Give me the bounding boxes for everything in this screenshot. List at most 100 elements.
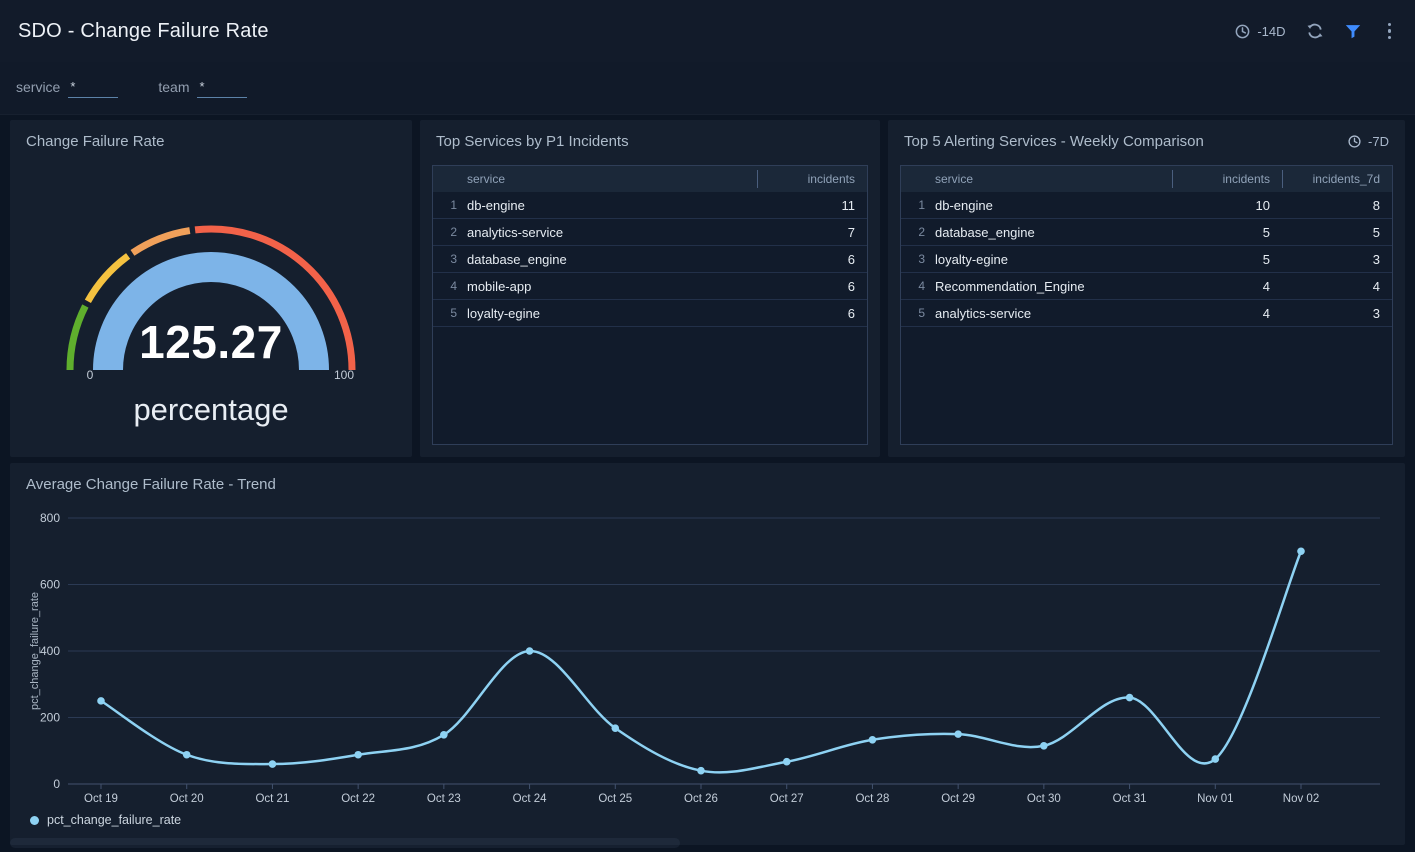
value-cell: 4: [1172, 279, 1282, 294]
panel-title: Top Services by P1 Incidents: [436, 133, 629, 150]
panel-title: Change Failure Rate: [26, 133, 164, 150]
svg-text:Oct 19: Oct 19: [84, 793, 118, 805]
value-cell: 11: [757, 198, 867, 213]
panel-weekly-comparison: Top 5 Alerting Services - Weekly Compari…: [888, 120, 1405, 457]
value-cell: 10: [1172, 198, 1282, 213]
service-cell: database_engine: [935, 225, 1172, 240]
svg-text:Oct 25: Oct 25: [598, 793, 632, 805]
value-cell: 6: [757, 306, 867, 321]
value-cell: 6: [757, 279, 867, 294]
service-filter-label: service: [16, 79, 60, 98]
svg-text:200: 200: [40, 711, 60, 725]
svg-text:Oct 27: Oct 27: [770, 793, 804, 805]
panel-title: Top 5 Alerting Services - Weekly Compari…: [904, 133, 1204, 150]
svg-text:600: 600: [40, 578, 60, 592]
row-number: 4: [433, 279, 467, 293]
row-number: 5: [433, 306, 467, 320]
trend-line-chart[interactable]: 0200400600800Oct 19Oct 20Oct 21Oct 22Oct…: [10, 499, 1405, 819]
global-time-range-control[interactable]: -14D: [1234, 23, 1285, 40]
row-number: 4: [901, 279, 935, 293]
svg-text:Nov 01: Nov 01: [1197, 793, 1233, 805]
header-actions: -14D: [1234, 21, 1397, 42]
table-row[interactable]: 1db-engine108: [901, 192, 1392, 219]
chart-legend[interactable]: pct_change_failure_rate: [30, 813, 181, 827]
value-cell: 3: [1282, 252, 1392, 267]
horizontal-scrollbar[interactable]: [10, 838, 680, 848]
svg-text:pct_change_failure_rate: pct_change_failure_rate: [29, 592, 41, 710]
svg-text:0: 0: [53, 777, 60, 791]
svg-text:Oct 20: Oct 20: [170, 793, 204, 805]
table-row[interactable]: 1db-engine11: [433, 192, 867, 219]
column-header: service: [935, 172, 1172, 186]
table-header-row: serviceincidents: [433, 166, 867, 192]
time-range-label: -14D: [1257, 24, 1285, 39]
column-header: incidents: [757, 170, 867, 188]
svg-text:Oct 26: Oct 26: [684, 793, 718, 805]
service-cell: Recommendation_Engine: [935, 279, 1172, 294]
column-header: incidents_7d: [1282, 170, 1392, 188]
table-row[interactable]: 3loyalty-egine53: [901, 246, 1392, 273]
table-row[interactable]: 4Recommendation_Engine44: [901, 273, 1392, 300]
svg-text:Oct 30: Oct 30: [1027, 793, 1061, 805]
value-cell: 5: [1172, 225, 1282, 240]
refresh-button[interactable]: [1306, 22, 1324, 40]
service-cell: analytics-service: [467, 225, 757, 240]
legend-dot: [30, 816, 39, 825]
gauge-unit-label: percentage: [10, 392, 412, 428]
svg-text:Oct 24: Oct 24: [513, 793, 547, 805]
value-cell: 4: [1172, 306, 1282, 321]
svg-text:400: 400: [40, 644, 60, 658]
row-number: 3: [433, 252, 467, 266]
row-number: 3: [901, 252, 935, 266]
row-number: 2: [433, 225, 467, 239]
service-cell: loyalty-egine: [467, 306, 757, 321]
table-row[interactable]: 3database_engine6: [433, 246, 867, 273]
weekly-comparison-table: serviceincidentsincidents_7d1db-engine10…: [900, 165, 1393, 445]
panel-title: Average Change Failure Rate - Trend: [26, 476, 276, 493]
service-cell: loyalty-egine: [935, 252, 1172, 267]
filter-button[interactable]: [1344, 22, 1362, 40]
table-row[interactable]: 5loyalty-egine6: [433, 300, 867, 327]
page-title: SDO - Change Failure Rate: [18, 20, 269, 43]
gauge-min-label: 0: [70, 368, 110, 382]
dashboard-page: SDO - Change Failure Rate -14D: [0, 0, 1415, 852]
top-services-table: serviceincidents1db-engine112analytics-s…: [432, 165, 868, 445]
team-filter: team: [158, 79, 247, 98]
filter-bar: service team: [0, 62, 1415, 115]
service-filter: service: [16, 79, 118, 98]
clock-icon: [1234, 23, 1251, 40]
column-header: service: [467, 172, 757, 186]
service-cell: db-engine: [935, 198, 1172, 213]
table-row[interactable]: 2analytics-service7: [433, 219, 867, 246]
gauge-max-label: 100: [324, 368, 364, 382]
value-cell: 7: [757, 225, 867, 240]
svg-text:Oct 22: Oct 22: [341, 793, 375, 805]
row-number: 5: [901, 306, 935, 320]
table-row[interactable]: 4mobile-app6: [433, 273, 867, 300]
service-filter-input[interactable]: [68, 79, 118, 98]
refresh-icon: [1306, 22, 1324, 40]
kebab-menu-button[interactable]: [1382, 21, 1398, 42]
column-header: incidents: [1172, 170, 1282, 188]
svg-text:Oct 28: Oct 28: [855, 793, 889, 805]
panel-time-range-control[interactable]: -7D: [1347, 134, 1389, 149]
row-number: 1: [433, 198, 467, 212]
svg-text:800: 800: [40, 511, 60, 525]
svg-text:Oct 23: Oct 23: [427, 793, 461, 805]
table-row[interactable]: 5analytics-service43: [901, 300, 1392, 327]
value-cell: 5: [1282, 225, 1392, 240]
panel-top-services-p1: Top Services by P1 Incidents serviceinci…: [420, 120, 880, 457]
value-cell: 8: [1282, 198, 1392, 213]
team-filter-label: team: [158, 79, 189, 98]
value-cell: 4: [1282, 279, 1392, 294]
team-filter-input[interactable]: [197, 79, 247, 98]
table-header-row: serviceincidentsincidents_7d: [901, 166, 1392, 192]
row-number: 1: [901, 198, 935, 212]
value-cell: 5: [1172, 252, 1282, 267]
dashboard-header: SDO - Change Failure Rate -14D: [0, 0, 1415, 62]
table-row[interactable]: 2database_engine55: [901, 219, 1392, 246]
service-cell: database_engine: [467, 252, 757, 267]
svg-text:Nov 02: Nov 02: [1283, 793, 1319, 805]
filter-funnel-icon: [1344, 22, 1362, 40]
value-cell: 3: [1282, 306, 1392, 321]
